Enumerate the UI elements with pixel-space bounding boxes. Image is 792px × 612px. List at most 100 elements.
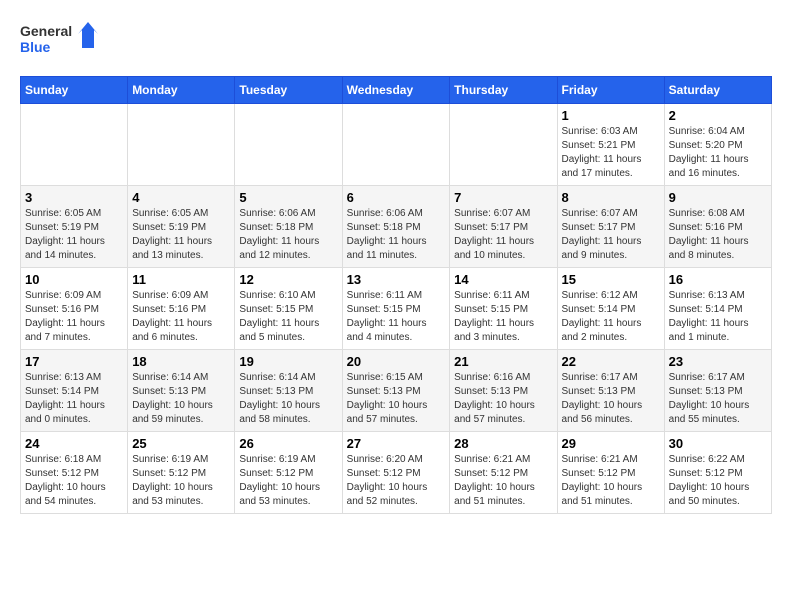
calendar-cell: 10 Sunrise: 6:09 AM Sunset: 5:16 PM Dayli…	[21, 268, 128, 350]
day-number: 8	[562, 190, 660, 205]
calendar-cell: 22 Sunrise: 6:17 AM Sunset: 5:13 PM Dayli…	[557, 350, 664, 432]
calendar-cell: 11 Sunrise: 6:09 AM Sunset: 5:16 PM Dayli…	[128, 268, 235, 350]
day-number: 26	[239, 436, 337, 451]
weekday-header-wednesday: Wednesday	[342, 77, 450, 104]
calendar-cell	[128, 104, 235, 186]
logo-svg: General Blue	[20, 20, 100, 60]
page-header: General Blue	[20, 20, 772, 60]
day-info: Sunrise: 6:05 AM Sunset: 5:19 PM Dayligh…	[132, 207, 230, 263]
calendar-cell: 13 Sunrise: 6:11 AM Sunset: 5:15 PM Dayli…	[342, 268, 450, 350]
day-number: 5	[239, 190, 337, 205]
day-number: 27	[347, 436, 446, 451]
weekday-header-monday: Monday	[128, 77, 235, 104]
day-info: Sunrise: 6:06 AM Sunset: 5:18 PM Dayligh…	[347, 207, 446, 263]
day-number: 14	[454, 272, 552, 287]
calendar-cell: 28 Sunrise: 6:21 AM Sunset: 5:12 PM Dayli…	[450, 432, 557, 514]
calendar-table: SundayMondayTuesdayWednesdayThursdayFrid…	[20, 76, 772, 514]
day-number: 22	[562, 354, 660, 369]
day-info: Sunrise: 6:05 AM Sunset: 5:19 PM Dayligh…	[25, 207, 123, 263]
calendar-cell: 24 Sunrise: 6:18 AM Sunset: 5:12 PM Dayli…	[21, 432, 128, 514]
calendar-cell: 4 Sunrise: 6:05 AM Sunset: 5:19 PM Daylig…	[128, 186, 235, 268]
day-info: Sunrise: 6:08 AM Sunset: 5:16 PM Dayligh…	[669, 207, 767, 263]
day-info: Sunrise: 6:15 AM Sunset: 5:13 PM Dayligh…	[347, 371, 446, 427]
calendar-cell: 12Sunrise: 6:10 AM Sunset: 5:15 PM Dayli…	[235, 268, 342, 350]
calendar-cell: 17Sunrise: 6:13 AM Sunset: 5:14 PM Dayli…	[21, 350, 128, 432]
calendar-cell: 1Sunrise: 6:03 AM Sunset: 5:21 PM Daylig…	[557, 104, 664, 186]
day-number: 21	[454, 354, 552, 369]
calendar-week-1: 1Sunrise: 6:03 AM Sunset: 5:21 PM Daylig…	[21, 104, 772, 186]
calendar-cell: 3Sunrise: 6:05 AM Sunset: 5:19 PM Daylig…	[21, 186, 128, 268]
calendar-cell: 27 Sunrise: 6:20 AM Sunset: 5:12 PM Dayli…	[342, 432, 450, 514]
calendar-cell: 9 Sunrise: 6:08 AM Sunset: 5:16 PM Daylig…	[664, 186, 771, 268]
day-info: Sunrise: 6:11 AM Sunset: 5:15 PM Dayligh…	[347, 289, 446, 345]
calendar-cell: 18 Sunrise: 6:14 AM Sunset: 5:13 PM Dayli…	[128, 350, 235, 432]
day-info: Sunrise: 6:21 AM Sunset: 5:12 PM Dayligh…	[562, 453, 660, 509]
day-info: Sunrise: 6:19 AM Sunset: 5:12 PM Dayligh…	[239, 453, 337, 509]
calendar-cell: 25 Sunrise: 6:19 AM Sunset: 5:12 PM Dayli…	[128, 432, 235, 514]
day-info: Sunrise: 6:13 AM Sunset: 5:14 PM Dayligh…	[25, 371, 123, 427]
day-info: Sunrise: 6:09 AM Sunset: 5:16 PM Dayligh…	[25, 289, 123, 345]
day-number: 25	[132, 436, 230, 451]
day-number: 24	[25, 436, 123, 451]
day-number: 10	[25, 272, 123, 287]
day-number: 18	[132, 354, 230, 369]
day-number: 13	[347, 272, 446, 287]
day-info: Sunrise: 6:20 AM Sunset: 5:12 PM Dayligh…	[347, 453, 446, 509]
calendar-cell: 19 Sunrise: 6:14 AM Sunset: 5:13 PM Dayli…	[235, 350, 342, 432]
weekday-header-friday: Friday	[557, 77, 664, 104]
calendar-cell: 7Sunrise: 6:07 AM Sunset: 5:17 PM Daylig…	[450, 186, 557, 268]
calendar-cell: 16 Sunrise: 6:13 AM Sunset: 5:14 PM Dayli…	[664, 268, 771, 350]
calendar-cell: 5 Sunrise: 6:06 AM Sunset: 5:18 PM Daylig…	[235, 186, 342, 268]
day-info: Sunrise: 6:17 AM Sunset: 5:13 PM Dayligh…	[669, 371, 767, 427]
calendar-cell: 30Sunrise: 6:22 AM Sunset: 5:12 PM Dayli…	[664, 432, 771, 514]
calendar-cell: 15 Sunrise: 6:12 AM Sunset: 5:14 PM Dayli…	[557, 268, 664, 350]
svg-text:General: General	[20, 23, 72, 39]
day-info: Sunrise: 6:04 AM Sunset: 5:20 PM Dayligh…	[669, 125, 767, 181]
day-info: Sunrise: 6:21 AM Sunset: 5:12 PM Dayligh…	[454, 453, 552, 509]
weekday-header-thursday: Thursday	[450, 77, 557, 104]
day-info: Sunrise: 6:19 AM Sunset: 5:12 PM Dayligh…	[132, 453, 230, 509]
day-number: 9	[669, 190, 767, 205]
logo: General Blue	[20, 20, 100, 60]
day-info: Sunrise: 6:07 AM Sunset: 5:17 PM Dayligh…	[454, 207, 552, 263]
day-info: Sunrise: 6:17 AM Sunset: 5:13 PM Dayligh…	[562, 371, 660, 427]
day-info: Sunrise: 6:07 AM Sunset: 5:17 PM Dayligh…	[562, 207, 660, 263]
day-number: 12	[239, 272, 337, 287]
calendar-cell: 23 Sunrise: 6:17 AM Sunset: 5:13 PM Dayli…	[664, 350, 771, 432]
day-number: 16	[669, 272, 767, 287]
calendar-cell: 6 Sunrise: 6:06 AM Sunset: 5:18 PM Daylig…	[342, 186, 450, 268]
calendar-cell	[235, 104, 342, 186]
day-number: 30	[669, 436, 767, 451]
day-number: 2	[669, 108, 767, 123]
calendar-cell: 14Sunrise: 6:11 AM Sunset: 5:15 PM Dayli…	[450, 268, 557, 350]
day-info: Sunrise: 6:18 AM Sunset: 5:12 PM Dayligh…	[25, 453, 123, 509]
day-info: Sunrise: 6:14 AM Sunset: 5:13 PM Dayligh…	[132, 371, 230, 427]
calendar-cell: 29Sunrise: 6:21 AM Sunset: 5:12 PM Dayli…	[557, 432, 664, 514]
calendar-cell: 26 Sunrise: 6:19 AM Sunset: 5:12 PM Dayli…	[235, 432, 342, 514]
day-number: 1	[562, 108, 660, 123]
weekday-header-tuesday: Tuesday	[235, 77, 342, 104]
calendar-cell	[450, 104, 557, 186]
day-number: 4	[132, 190, 230, 205]
calendar-cell	[21, 104, 128, 186]
day-number: 23	[669, 354, 767, 369]
day-number: 15	[562, 272, 660, 287]
svg-text:Blue: Blue	[20, 39, 51, 55]
day-info: Sunrise: 6:06 AM Sunset: 5:18 PM Dayligh…	[239, 207, 337, 263]
calendar-header-row: SundayMondayTuesdayWednesdayThursdayFrid…	[21, 77, 772, 104]
day-number: 6	[347, 190, 446, 205]
calendar-cell: 21Sunrise: 6:16 AM Sunset: 5:13 PM Dayli…	[450, 350, 557, 432]
day-info: Sunrise: 6:13 AM Sunset: 5:14 PM Dayligh…	[669, 289, 767, 345]
day-info: Sunrise: 6:14 AM Sunset: 5:13 PM Dayligh…	[239, 371, 337, 427]
weekday-header-sunday: Sunday	[21, 77, 128, 104]
day-number: 28	[454, 436, 552, 451]
calendar-cell	[342, 104, 450, 186]
calendar-cell: 2 Sunrise: 6:04 AM Sunset: 5:20 PM Daylig…	[664, 104, 771, 186]
calendar-week-4: 17Sunrise: 6:13 AM Sunset: 5:14 PM Dayli…	[21, 350, 772, 432]
day-number: 19	[239, 354, 337, 369]
day-info: Sunrise: 6:12 AM Sunset: 5:14 PM Dayligh…	[562, 289, 660, 345]
calendar-week-2: 3Sunrise: 6:05 AM Sunset: 5:19 PM Daylig…	[21, 186, 772, 268]
day-info: Sunrise: 6:09 AM Sunset: 5:16 PM Dayligh…	[132, 289, 230, 345]
calendar-cell: 8 Sunrise: 6:07 AM Sunset: 5:17 PM Daylig…	[557, 186, 664, 268]
day-number: 11	[132, 272, 230, 287]
